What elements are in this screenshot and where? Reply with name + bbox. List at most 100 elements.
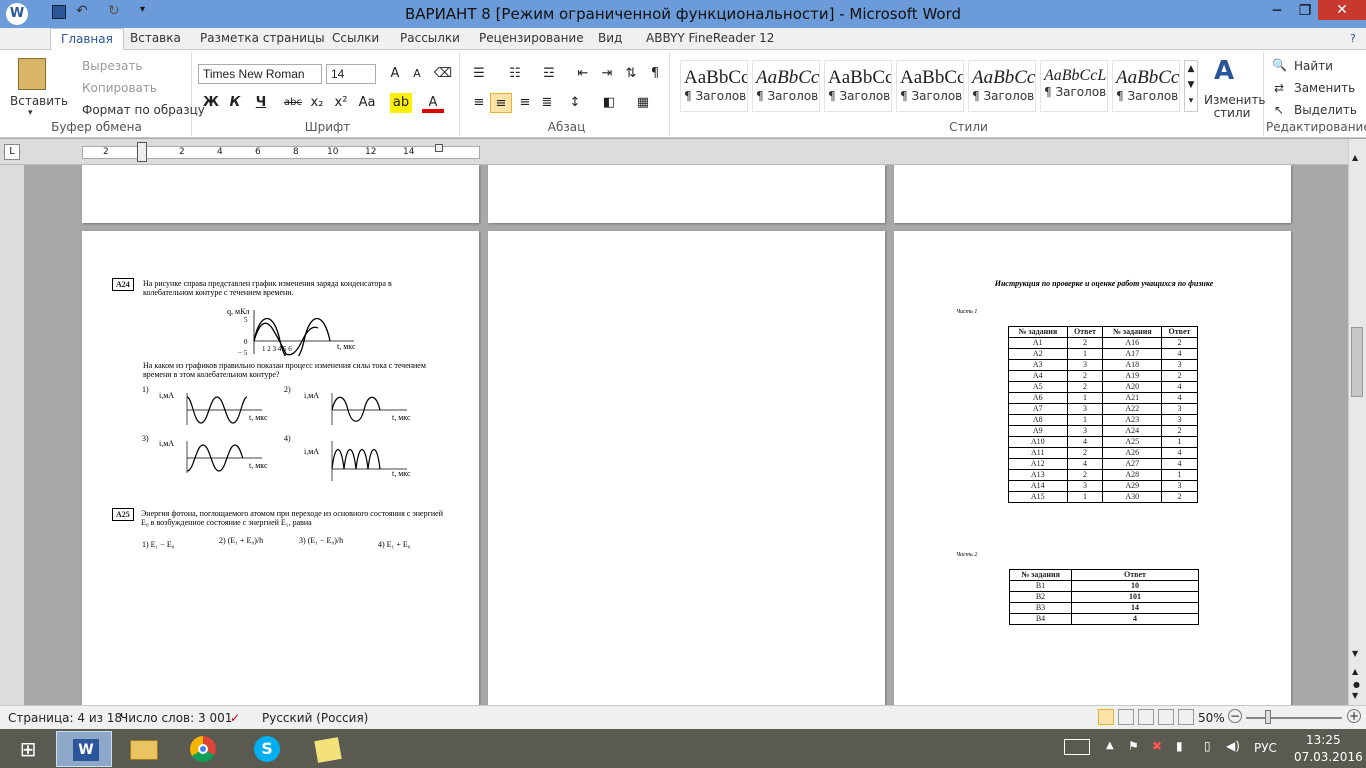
show-marks-icon[interactable]: ¶ [644, 64, 666, 84]
keyboard-icon[interactable] [1064, 739, 1090, 755]
zoom-out-icon[interactable]: − [1228, 709, 1242, 723]
tab-insert[interactable]: Вставка [130, 31, 181, 45]
page-top-right[interactable] [894, 165, 1291, 223]
web-layout-view-icon[interactable] [1138, 709, 1154, 725]
change-styles-icon[interactable]: A [1214, 56, 1234, 86]
clear-format-icon[interactable]: ⌫ [432, 64, 454, 84]
find-icon[interactable]: 🔍 [1272, 58, 1287, 72]
subscript-button[interactable]: x₂ [306, 93, 328, 113]
numbering-icon[interactable]: ☷ [504, 64, 526, 84]
decrease-indent-icon[interactable]: ⇤ [572, 64, 594, 84]
word-taskbar-icon[interactable]: W [56, 731, 112, 767]
scroll-down-icon[interactable]: ▼ [1352, 649, 1358, 658]
highlight-icon[interactable]: ab [390, 93, 412, 113]
prev-page-icon[interactable]: ▲ [1352, 667, 1358, 676]
left-indent-marker-icon[interactable] [137, 142, 147, 162]
tab-page-layout[interactable]: Разметка страницы [200, 31, 325, 45]
align-right-icon[interactable]: ≡ [514, 93, 536, 113]
language-indicator[interactable]: Русский (Россия) [262, 711, 368, 725]
full-screen-view-icon[interactable] [1118, 709, 1134, 725]
page-top-left[interactable] [82, 165, 479, 223]
borders-icon[interactable]: ▦ [632, 93, 654, 113]
cut-button[interactable]: Вырезать [82, 59, 143, 73]
tab-mailings[interactable]: Рассылки [400, 31, 460, 45]
format-painter-button[interactable]: Формат по образцу [82, 103, 205, 117]
page-questions[interactable]: A24 На рисунке справа представлен график… [82, 231, 479, 705]
browse-object-icon[interactable]: ● [1353, 680, 1360, 689]
vertical-ruler[interactable] [0, 165, 24, 705]
next-page-icon[interactable]: ▼ [1352, 691, 1358, 700]
input-language[interactable]: РУС [1254, 741, 1277, 755]
vertical-scrollbar[interactable]: ▲ ▼ ▲ ● ▼ [1348, 139, 1366, 705]
justify-icon[interactable]: ≣ [536, 93, 558, 113]
tab-review[interactable]: Рецензирование [479, 31, 584, 45]
style-item[interactable]: AaBbCc¶ Заголов... [896, 60, 964, 112]
chrome-icon[interactable] [176, 731, 232, 767]
page-indicator[interactable]: Страница: 4 из 18 [8, 711, 122, 725]
minimize-button[interactable]: ─ [1262, 3, 1292, 25]
close-button[interactable]: ✕ [1318, 0, 1366, 20]
underline-button[interactable]: Ч [250, 93, 272, 113]
help-icon[interactable]: ? [1350, 32, 1356, 45]
page-blank[interactable] [488, 231, 885, 705]
clock-date[interactable]: 07.03.2016 [1294, 750, 1363, 764]
italic-button[interactable]: К [224, 93, 246, 113]
strikethrough-button[interactable]: abc [282, 93, 304, 113]
shrink-font-icon[interactable]: A [406, 64, 428, 84]
bullets-icon[interactable]: ☰ [468, 64, 490, 84]
find-button[interactable]: Найти [1294, 59, 1333, 73]
copy-button[interactable]: Копировать [82, 81, 157, 95]
line-spacing-icon[interactable]: ↕ [564, 93, 586, 113]
right-indent-marker-icon[interactable] [435, 144, 443, 152]
print-layout-view-icon[interactable] [1098, 709, 1114, 725]
style-item[interactable]: AaBbCc¶ Заголов... [1112, 60, 1180, 112]
zoom-slider[interactable] [1246, 717, 1342, 719]
superscript-button[interactable]: x² [330, 93, 352, 113]
style-item[interactable]: AaBbCc¶ Заголов... [680, 60, 748, 112]
multilevel-icon[interactable]: ☲ [538, 64, 560, 84]
grow-font-icon[interactable]: A [384, 64, 406, 84]
replace-button[interactable]: Заменить [1294, 81, 1355, 95]
clock-time[interactable]: 13:25 [1306, 733, 1341, 747]
paste-button[interactable]: Вставить [10, 94, 68, 108]
style-item[interactable]: AaBbCcI¶ Заголов... [752, 60, 820, 112]
page-top-middle[interactable] [488, 165, 885, 223]
scroll-thumb[interactable] [1351, 327, 1363, 397]
replace-icon[interactable]: ⇄ [1274, 81, 1284, 95]
select-button[interactable]: Выделить [1294, 103, 1357, 117]
zoom-slider-thumb[interactable] [1265, 710, 1271, 724]
outline-view-icon[interactable] [1158, 709, 1174, 725]
tray-expand-icon[interactable]: ▲ [1106, 740, 1114, 751]
font-name-combo[interactable]: Times New Roman [198, 64, 322, 84]
font-size-combo[interactable]: 14 [326, 64, 376, 84]
file-explorer-icon[interactable] [116, 731, 172, 767]
align-center-icon[interactable]: ≡ [490, 93, 512, 113]
tab-view[interactable]: Вид [598, 31, 622, 45]
zoom-level[interactable]: 50% [1198, 711, 1225, 725]
volume-icon[interactable]: ◀) [1226, 739, 1240, 753]
sticky-notes-icon[interactable] [300, 731, 356, 767]
action-center-icon[interactable]: ⚑ [1128, 739, 1139, 753]
skype-icon[interactable]: S [238, 731, 294, 767]
start-windows-icon[interactable]: ⊞ [0, 731, 56, 767]
word-count[interactable]: Число слов: 3 001 [120, 711, 232, 725]
horizontal-ruler[interactable]: 2 2 4 6 8 10 12 14 [82, 142, 480, 162]
select-icon[interactable]: ↖ [1274, 103, 1284, 117]
styles-scroll-icon[interactable]: ▲ ▼ ▾ [1184, 60, 1198, 112]
page-answers[interactable]: Инструкция по проверке и оценке работ уч… [894, 231, 1291, 705]
paste-dropdown-icon[interactable]: ▾ [28, 108, 33, 118]
network-status-icon[interactable]: ✖ [1152, 739, 1162, 753]
increase-indent-icon[interactable]: ⇥ [596, 64, 618, 84]
shading-icon[interactable]: ◧ [598, 93, 620, 113]
proofing-icon[interactable]: ✓ [230, 711, 240, 725]
tab-references[interactable]: Ссылки [332, 31, 379, 45]
maximize-button[interactable]: ❐ [1292, 3, 1318, 25]
font-color-icon[interactable]: A [422, 93, 444, 113]
style-item[interactable]: AaBbCcI¶ Заголов... [824, 60, 892, 112]
draft-view-icon[interactable] [1178, 709, 1194, 725]
sort-icon[interactable]: ⇅ [620, 64, 642, 84]
tab-selector-icon[interactable]: L [4, 144, 20, 160]
style-item[interactable]: AaBbCcL¶ Заголов... [1040, 60, 1108, 112]
signal-icon[interactable]: ▮ [1176, 739, 1183, 753]
paste-icon[interactable] [18, 58, 46, 90]
